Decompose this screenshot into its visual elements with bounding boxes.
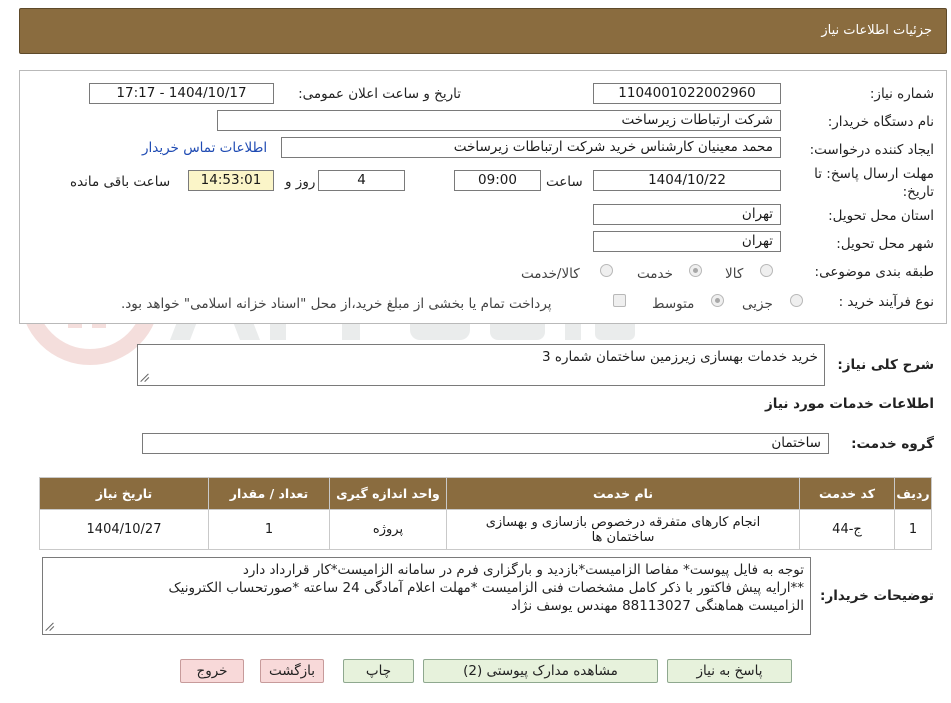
cell-unit: پروژه <box>329 509 447 550</box>
cell-service-name: انجام کارهای متفرقه درخصوص بازسازی و بهس… <box>446 509 800 550</box>
buyer-org-field: شرکت ارتباطات زیرساخت <box>217 110 781 131</box>
deadline-label-line2: تاریخ: <box>902 184 934 200</box>
col-service-code: کد خدمت <box>799 477 895 510</box>
days-label: روز و <box>285 174 316 190</box>
cell-quantity: 1 <box>208 509 330 550</box>
creator-field: محمد معینیان کارشناس خرید شرکت ارتباطات … <box>281 137 781 158</box>
process-type-label: نوع فرآیند خرید : <box>838 294 934 310</box>
creator-label: ایجاد کننده درخواست: <box>809 142 934 158</box>
remaining-time-label: ساعت باقی مانده <box>70 174 171 190</box>
buyer-notes-line-3: الزامیست هماهنگی 88113027 مهندس یوسف نژا… <box>511 598 804 614</box>
buyer-contact-link[interactable]: اطلاعات تماس خریدار <box>142 140 267 156</box>
service-group-field: ساختمان <box>142 433 829 454</box>
deadline-date-field: 1404/10/22 <box>593 170 781 191</box>
print-button[interactable]: چاپ <box>343 659 414 683</box>
page-title: جزئیات اطلاعات نیاز <box>821 23 932 38</box>
category-radio-goods[interactable] <box>760 264 773 277</box>
process-radio-medium[interactable] <box>711 294 724 307</box>
table-row: 1 ج-44 انجام کارهای متفرقه درخصوص بازساز… <box>39 509 932 550</box>
need-summary-textarea: خرید خدمات بهسازی زیرزمین ساختمان شماره … <box>137 344 825 386</box>
buyer-notes-textarea: توجه به فایل پیوست* مفاصا الزامیست*بازدی… <box>42 557 811 635</box>
col-need-date: تاریخ نیاز <box>39 477 209 510</box>
services-table: ردیف کد خدمت نام خدمت واحد اندازه گیری ت… <box>39 477 932 550</box>
services-section-title: اطلاعات خدمات مورد نیاز <box>764 396 934 412</box>
deadline-time-field: 09:00 <box>454 170 541 191</box>
buyer-org-label: نام دستگاه خریدار: <box>827 114 934 130</box>
cell-row-number: 1 <box>894 509 932 550</box>
province-label: استان محل تحویل: <box>828 208 934 224</box>
announce-datetime-label: تاریخ و ساعت اعلان عمومی: <box>298 86 461 102</box>
view-attachments-button[interactable]: مشاهده مدارک پیوستی (2) <box>423 659 658 683</box>
city-field: تهران <box>593 231 781 252</box>
announce-datetime-field: 1404/10/17 - 17:17 <box>89 83 274 104</box>
treasury-payment-checkbox[interactable] <box>613 294 626 307</box>
category-label: طبقه بندی موضوعی: <box>814 264 934 280</box>
back-button[interactable]: بازگشت <box>260 659 324 683</box>
cell-need-date: 1404/10/27 <box>39 509 209 550</box>
deadline-time-label: ساعت <box>546 174 583 190</box>
remaining-time-field: 14:53:01 <box>188 170 274 191</box>
resize-grip-icon[interactable] <box>141 374 149 382</box>
process-option-minor: جزیی <box>742 296 773 312</box>
reply-to-need-button[interactable]: پاسخ به نیاز <box>667 659 792 683</box>
col-row-number: ردیف <box>894 477 932 510</box>
deadline-label-line1: مهلت ارسال پاسخ: تا <box>814 166 934 182</box>
category-radio-goods-service[interactable] <box>600 264 613 277</box>
services-table-header: ردیف کد خدمت نام خدمت واحد اندازه گیری ت… <box>39 477 932 510</box>
need-number-label: شماره نیاز: <box>869 86 934 102</box>
days-remaining-field: 4 <box>318 170 405 191</box>
process-radio-minor[interactable] <box>790 294 803 307</box>
category-option-service: خدمت <box>637 266 673 282</box>
buyer-notes-label: توضیحات خریدار: <box>820 588 934 604</box>
col-service-name: نام خدمت <box>446 477 800 510</box>
category-option-goods: کالا <box>725 266 744 282</box>
page-header: جزئیات اطلاعات نیاز <box>19 8 947 54</box>
col-quantity: تعداد / مقدار <box>208 477 330 510</box>
service-group-label: گروه خدمت: <box>851 436 934 452</box>
buyer-notes-line-2: **ارایه پیش فاکتور با ذکر کامل مشخصات فن… <box>168 580 804 596</box>
category-radio-service[interactable] <box>689 264 702 277</box>
need-number-field: 1104001022002960 <box>593 83 781 104</box>
category-option-goods-service: کالا/خدمت <box>521 266 580 282</box>
details-panel <box>19 70 947 324</box>
need-summary-label: شرح کلی نیاز: <box>837 357 934 373</box>
treasury-payment-note: پرداخت تمام یا بخشی از مبلغ خرید،از محل … <box>121 296 552 312</box>
city-label: شهر محل تحویل: <box>836 236 934 252</box>
province-field: تهران <box>593 204 781 225</box>
process-option-medium: متوسط <box>652 296 695 312</box>
need-summary-text: خرید خدمات بهسازی زیرزمین ساختمان شماره … <box>541 349 818 365</box>
cell-service-code: ج-44 <box>799 509 895 550</box>
buyer-notes-line-1: توجه به فایل پیوست* مفاصا الزامیست*بازدی… <box>242 562 804 578</box>
resize-grip-icon[interactable] <box>46 623 54 631</box>
col-unit: واحد اندازه گیری <box>329 477 447 510</box>
exit-button[interactable]: خروج <box>180 659 244 683</box>
